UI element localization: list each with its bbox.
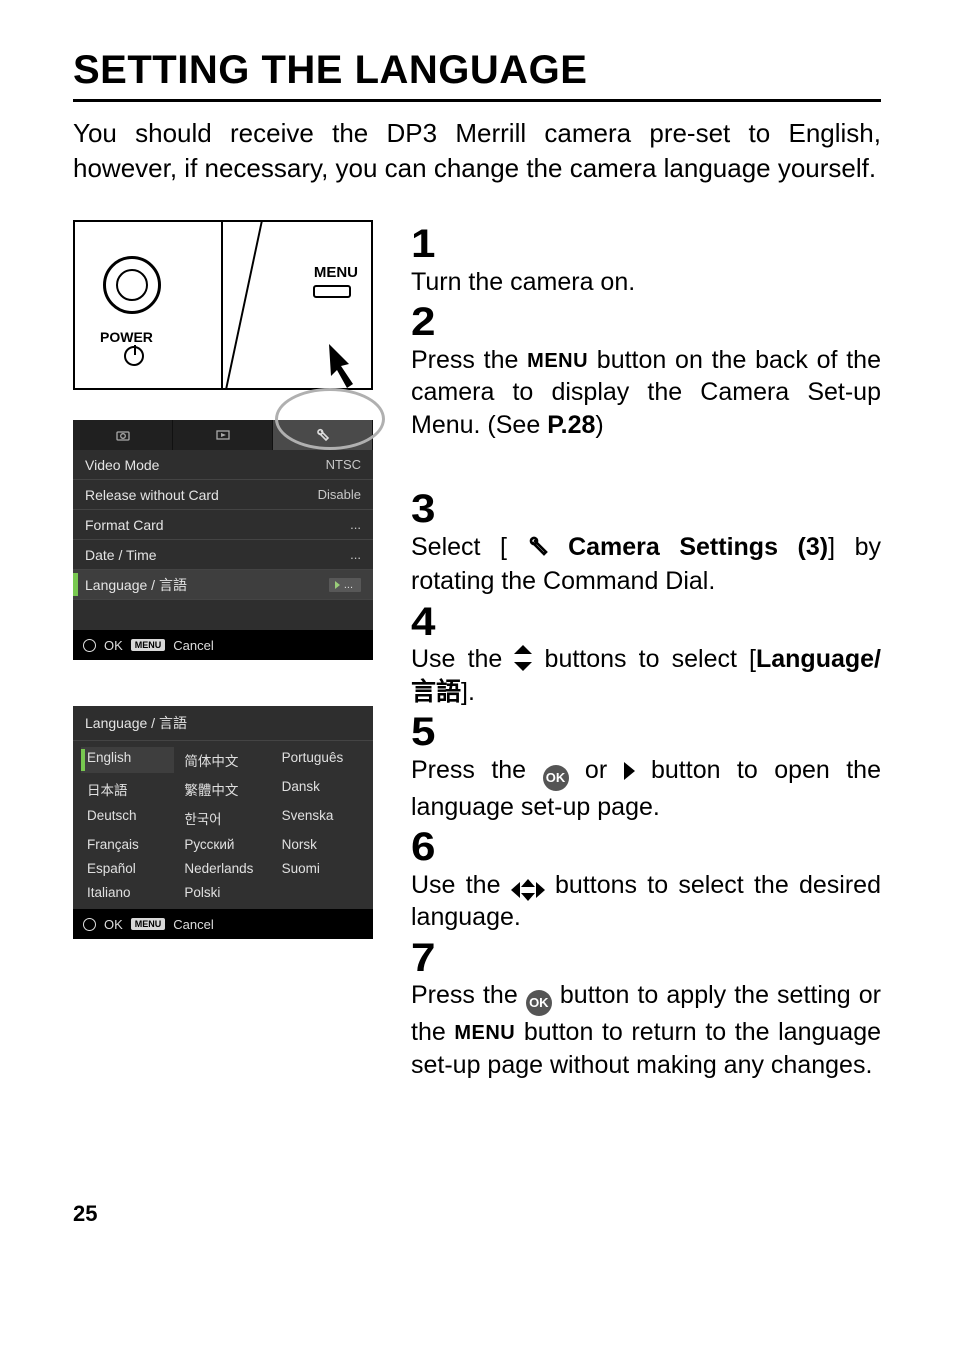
step-4-number: 4 [411,604,435,640]
lang-item: Español [81,858,174,879]
language-menu-footer: OK MENU Cancel [73,909,373,939]
ok-ring-icon [83,639,96,652]
lang-item: Svenska [276,805,369,831]
lang-item: Português [276,747,369,773]
lang-item: Polski [178,882,271,903]
menu-row-format-card: Format Card... [73,510,373,540]
language-menu-title: Language / 言語 [73,706,373,741]
step-3-number: 3 [411,491,435,527]
step-1-text: Turn the camera on. [411,266,881,299]
step-3-text: Select [ Camera Settings (3)] by rotatin… [411,531,881,598]
nav-cross-icon [511,879,545,901]
menu-text-icon: MENU [454,1022,515,1044]
lang-item: 한국어 [178,805,271,831]
tab-capture [73,420,173,450]
lang-item: Dansk [276,776,369,802]
ok-button-icon: OK [526,990,552,1016]
lang-item: Italiano [81,882,174,903]
menu-button-icon [313,285,351,298]
power-icon [124,346,144,366]
step-2-text: Press the MENU button on the back of the… [411,344,881,442]
lang-item: Nederlands [178,858,271,879]
menu-footer: OK MENU Cancel [73,630,373,660]
menu-text-icon: MENU [527,350,588,372]
ok-button-icon: OK [543,765,569,791]
chevron-right-icon [335,581,340,589]
lang-item [276,882,369,903]
ok-ring-icon [83,918,96,931]
menu-row-language: Language / 言語... [73,570,373,600]
highlight-circle-icon [275,388,385,450]
camera-diagram: POWER MENU [73,220,373,390]
up-down-icon [514,645,532,671]
lang-item: Deutsch [81,805,174,831]
lang-english: English [81,747,174,773]
menu-row-release-without-card: Release without CardDisable [73,480,373,510]
language-menu-screenshot: Language / 言語 English 简体中文 Português 日本語… [73,706,373,939]
settings-menu-screenshot: Video ModeNTSC Release without CardDisab… [73,420,373,660]
page-number: 25 [73,1201,881,1227]
tab-playback [173,420,273,450]
lang-item: Suomi [276,858,369,879]
step-5-number: 5 [411,714,435,750]
step-2-number: 2 [411,304,435,340]
step-1-number: 1 [411,226,435,262]
lang-item: Русский [178,834,271,855]
page-title: SETTING THE LANGUAGE [73,48,881,102]
menu-row-date-time: Date / Time... [73,540,373,570]
power-label: POWER [100,329,153,345]
wrench-icon [527,533,549,566]
step-5-text: Press the OK or button to open the langu… [411,754,881,824]
step-6-number: 6 [411,829,435,865]
menu-row-video-mode: Video ModeNTSC [73,450,373,480]
lang-item: 繁體中文 [178,776,271,802]
lang-item: 日本語 [81,776,174,802]
lang-item: Norsk [276,834,369,855]
pointer-hand-icon [319,336,379,396]
menu-label: MENU [314,264,358,281]
step-7-text: Press the OK button to apply the setting… [411,979,881,1081]
step-7-number: 7 [411,940,435,976]
intro-text: You should receive the DP3 Merrill camer… [73,116,881,186]
step-4-text: Use the buttons to select [Language/ 言語]… [411,643,881,708]
lang-item: Français [81,834,174,855]
lang-item: 简体中文 [178,747,271,773]
lens-icon [103,256,161,314]
right-arrow-icon [624,762,635,780]
step-6-text: Use the buttons to select the desired la… [411,869,881,934]
